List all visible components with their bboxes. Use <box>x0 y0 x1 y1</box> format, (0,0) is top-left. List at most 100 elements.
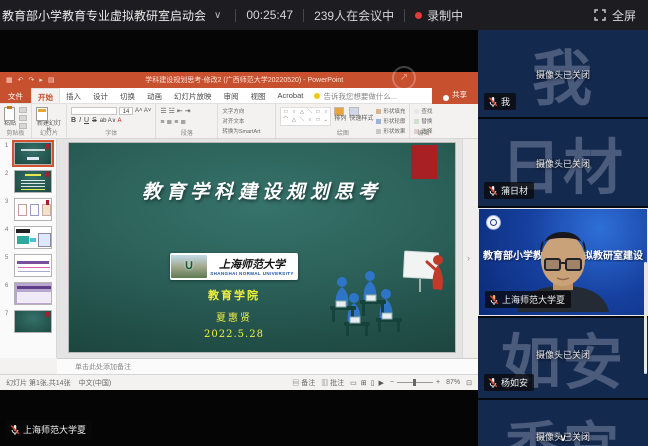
redo-icon[interactable]: ↷ <box>29 76 35 84</box>
slide-thumbnail-2[interactable] <box>14 170 52 193</box>
slide-thumbnail-6[interactable] <box>14 282 52 305</box>
underline-button[interactable]: U <box>84 117 89 124</box>
tab-acrobat[interactable]: Acrobat <box>272 88 310 103</box>
fullscreen-button[interactable]: 全屏 <box>612 7 636 24</box>
slideshow-view-icon[interactable]: ▶ <box>379 379 384 387</box>
tab-file[interactable]: 文件 <box>0 88 31 103</box>
sidebar-scrollbar[interactable] <box>644 262 647 374</box>
tab-view[interactable]: 视图 <box>245 88 272 103</box>
tab-home[interactable]: 开始 <box>31 88 60 103</box>
notes-toggle[interactable]: ▤ 备注 <box>292 378 315 388</box>
participant-tile-partial[interactable]: 秀宫 摄像头已关闭 ∨ <box>478 400 648 446</box>
tab-design[interactable]: 设计 <box>87 88 114 103</box>
strike-button[interactable]: S <box>92 117 97 124</box>
align-icons[interactable]: ≡ ≣ ≡ ≣ <box>160 118 190 127</box>
slide-thumbnail-5[interactable] <box>14 254 52 277</box>
slide-title[interactable]: 教育学科建设规划思考 <box>69 177 455 204</box>
paste-icon[interactable] <box>4 107 15 121</box>
slide-scrollbar[interactable]: › <box>462 139 478 358</box>
thumb-number: 4 <box>5 227 8 233</box>
participant-tile-purimu[interactable]: 日材 摄像头已关闭 蒲日材 <box>478 119 648 206</box>
save-icon[interactable]: ▦ <box>6 76 13 84</box>
find-button[interactable]: 查找 <box>414 107 432 115</box>
paste-label[interactable]: 粘贴 <box>4 121 16 128</box>
zoom-slider-thumb[interactable] <box>413 379 416 386</box>
thumb-number: 3 <box>5 199 8 205</box>
font-name-box[interactable] <box>71 107 117 115</box>
zoom-in-icon[interactable]: + <box>436 379 440 386</box>
quick-styles-icon[interactable] <box>349 107 359 116</box>
participant-name-chip: 蒲日材 <box>484 182 534 199</box>
new-slide-icon[interactable] <box>36 107 48 121</box>
quick-access-toolbar[interactable]: ▦ ↶ ↷ ▸ ▤ <box>6 76 55 84</box>
meeting-topbar: 教育部小学教育专业虚拟教研室启动会 ∨ 00:25:47 239人在会议中 录制… <box>0 0 648 30</box>
microphone-muted-icon <box>488 96 498 108</box>
slide-thumbnail-3[interactable] <box>14 198 52 221</box>
notes-pane[interactable]: 单击此处添加备注 <box>57 358 478 374</box>
slide-date[interactable]: 2022.5.28 <box>154 329 314 340</box>
shapes-gallery[interactable]: □○△ ＼□○ ⌒△＼ ○□⌄ <box>280 107 331 126</box>
divider <box>404 9 405 22</box>
reading-view-icon[interactable]: ▯ <box>371 379 375 387</box>
replace-button[interactable]: 替换 <box>414 117 432 125</box>
zoom-out-icon[interactable]: − <box>390 379 394 386</box>
scroll-more-chevron-icon[interactable]: ∨ <box>559 431 567 444</box>
participant-tile-me[interactable]: 我 摄像头已关闭 我 <box>478 30 648 117</box>
list-icons[interactable]: ☰ ☱ ⇤ ⇥ <box>160 107 190 116</box>
language-indicator[interactable]: 中文(中国) <box>79 378 112 388</box>
university-name-cn: 上海师范大学 <box>207 258 297 271</box>
slide-presenter[interactable]: 夏惠贤 <box>154 309 314 324</box>
quick-styles-label[interactable]: 快速样式 <box>349 116 373 123</box>
slideshow-icon[interactable]: ▸ <box>39 76 43 84</box>
normal-view-icon[interactable]: ▭ <box>350 379 357 387</box>
current-slide[interactable]: 教育学科建设规划思考 ∪ 上海师范大学 SHANGHAI NORMAL UNIV… <box>69 143 455 352</box>
chevron-right-icon[interactable]: › <box>467 253 470 263</box>
zoom-level[interactable]: 87% <box>446 379 460 386</box>
shape-outline-button[interactable]: 形状轮廓 <box>376 117 405 125</box>
slide-thumbnail-1[interactable] <box>14 142 52 165</box>
undo-icon[interactable]: ↶ <box>18 76 24 84</box>
tab-transitions[interactable]: 切换 <box>114 88 141 103</box>
comments-toggle[interactable]: ▥ 批注 <box>321 378 344 388</box>
fullscreen-icon[interactable] <box>594 9 606 21</box>
align-text-button[interactable]: 对齐文本 <box>222 117 260 125</box>
camera-off-text: 摄像头已关闭 <box>478 348 648 361</box>
sorter-view-icon[interactable]: ⊞ <box>361 379 367 387</box>
tab-slideshow[interactable]: 幻灯片放映 <box>168 88 218 103</box>
thumb-number: 2 <box>5 171 8 177</box>
smartart-button[interactable]: 转换为SmartArt <box>222 127 260 135</box>
classroom-clipart <box>324 246 446 343</box>
meeting-title[interactable]: 教育部小学教育专业虚拟教研室启动会 <box>2 7 206 24</box>
italic-button[interactable]: I <box>79 117 81 124</box>
zoom-slider[interactable]: − + <box>390 379 440 386</box>
slide-canvas[interactable]: 教育学科建设规划思考 ∪ 上海师范大学 SHANGHAI NORMAL UNIV… <box>57 139 462 358</box>
participant-tile-speaker-video[interactable]: 教育部小学教育专业虚拟教研室建设 <box>478 208 648 316</box>
text-direction-button[interactable]: 文字方向 <box>222 107 260 115</box>
slide-thumbnail-panel[interactable]: 1 2 <box>0 139 57 358</box>
tab-animations[interactable]: 动画 <box>141 88 168 103</box>
slide-thumbnail-4[interactable] <box>14 226 52 249</box>
share-button[interactable]: 共享 <box>432 72 478 104</box>
tab-review[interactable]: 审阅 <box>218 88 245 103</box>
chevron-down-icon[interactable]: ∨ <box>214 10 221 21</box>
shape-fill-button[interactable]: 形状填充 <box>376 107 405 115</box>
participant-tile-yangruan[interactable]: 如安 摄像头已关闭 杨如安 <box>478 318 648 398</box>
ppt-title-bar[interactable]: ▦ ↶ ↷ ▸ ▤ 学科建设规划思考-修改2 (广西师范大学20220520) … <box>0 72 478 88</box>
bold-button[interactable]: B <box>71 117 76 124</box>
slide-department[interactable]: 教育学院 <box>154 287 314 303</box>
tab-insert[interactable]: 插入 <box>60 88 87 103</box>
font-size-box[interactable]: 14 <box>119 107 133 115</box>
participant-count[interactable]: 239人在会议中 <box>314 7 394 24</box>
arrange-label[interactable]: 排列 <box>334 116 346 123</box>
recording-status[interactable]: 录制中 <box>427 7 463 24</box>
copy-icon[interactable] <box>19 115 27 121</box>
notes-placeholder: 单击此处添加备注 <box>75 362 131 372</box>
cut-icon[interactable] <box>19 107 27 113</box>
slide-thumbnail-7[interactable] <box>14 310 52 333</box>
university-banner[interactable]: ∪ 上海师范大学 SHANGHAI NORMAL UNIVERSITY <box>170 253 298 280</box>
arrange-icon[interactable] <box>334 107 344 116</box>
tell-me-box[interactable]: 告诉我您想要做什么... <box>309 88 402 103</box>
fit-slide-icon[interactable]: ⊡ <box>466 379 472 387</box>
tell-me-text: 告诉我您想要做什么... <box>323 91 397 102</box>
present-icon[interactable]: ▤ <box>48 76 55 84</box>
